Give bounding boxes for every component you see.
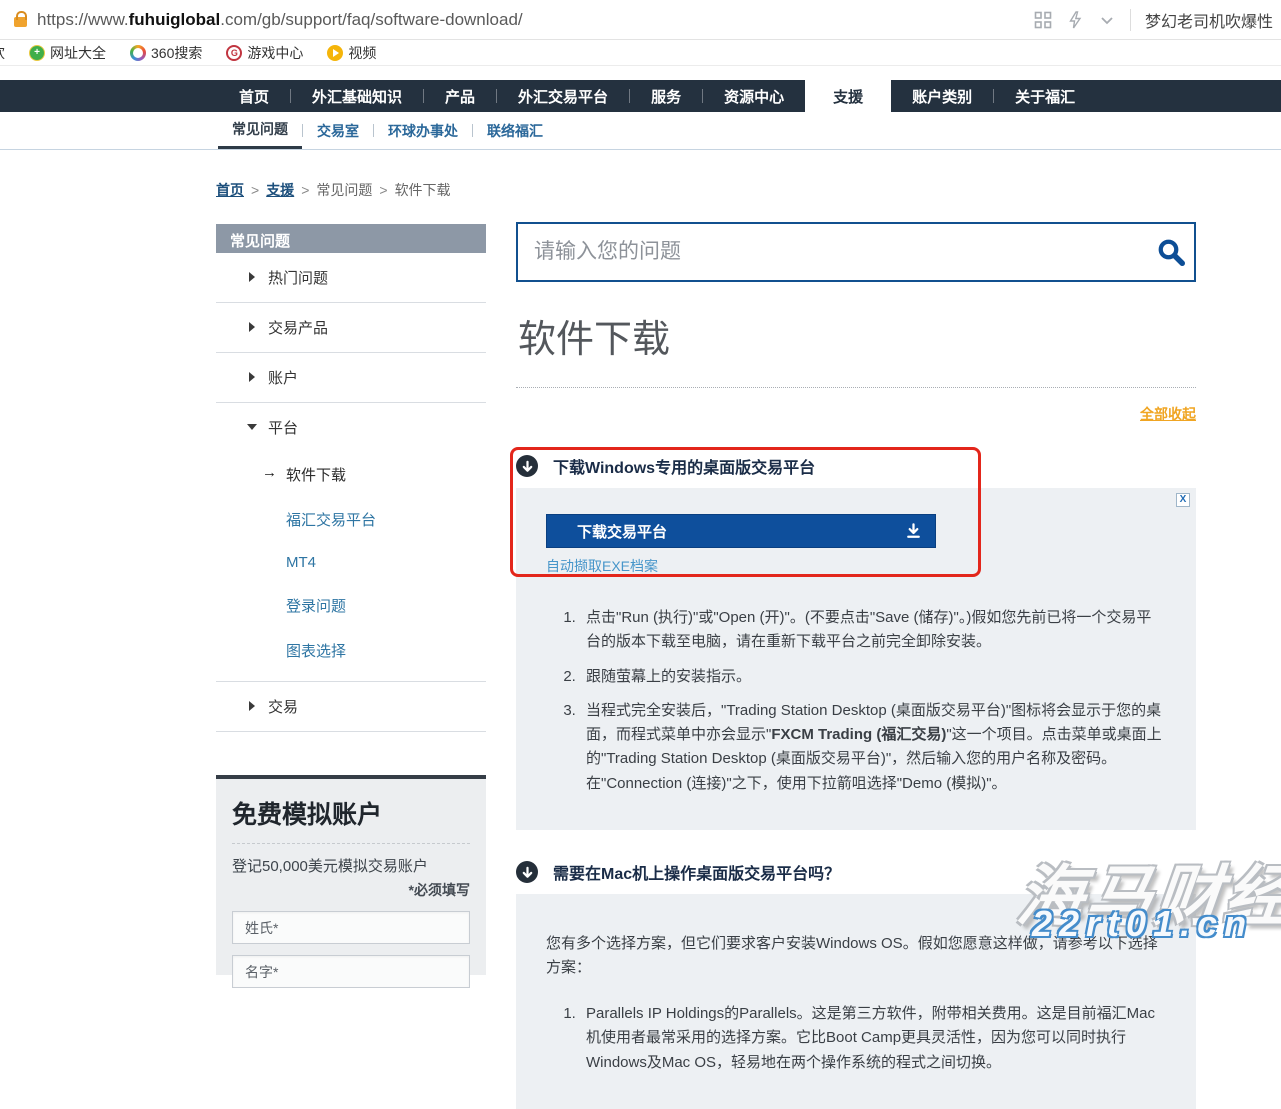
windows-download-panel: X 下载交易平台 自动撷取EXE档案 点击"Run (执行)"或"Open (开… xyxy=(516,488,1196,830)
accordion-header-windows-download[interactable]: 下载Windows专用的桌面版交易平台 xyxy=(516,454,1196,478)
divider xyxy=(516,387,1196,388)
nav-item-products[interactable]: 产品 xyxy=(424,80,496,112)
nav-item-resources[interactable]: 资源中心 xyxy=(703,80,805,112)
collapse-all-link[interactable]: 全部收起 xyxy=(1140,406,1196,422)
step-item: 跟随萤幕上的安装指示。 xyxy=(580,665,1166,689)
subnav-item-global-offices[interactable]: 环球办事处 xyxy=(374,112,472,149)
step-item: 当程式完全安装后，"Trading Station Desktop (桌面版交易… xyxy=(580,699,1166,796)
search-input[interactable] xyxy=(518,224,1148,280)
page-title: 软件下载 xyxy=(518,308,1196,363)
bookmark-nav-daquan[interactable]: + 网址大全 xyxy=(29,43,106,63)
collapse-arrow-icon[interactable] xyxy=(516,861,538,883)
watermark-domain: 22rt01.cn xyxy=(1032,903,1253,945)
download-icon xyxy=(904,522,923,541)
sidebar-item-platform[interactable]: 平台 xyxy=(216,403,486,452)
sidebar-subitem-software-download[interactable]: 软件下载 xyxy=(216,452,486,497)
sidebar-item-trading-products[interactable]: 交易产品 xyxy=(216,303,486,353)
browser-url-bar: https://www.fuhuiglobal.com/gb/support/f… xyxy=(0,0,1281,40)
nav-item-account-types[interactable]: 账户类别 xyxy=(891,80,993,112)
chevron-down-icon[interactable] xyxy=(1098,11,1116,29)
faq-search-box xyxy=(516,222,1196,282)
nav-item-support[interactable]: 支援 xyxy=(805,80,891,112)
bookmark-360-search[interactable]: 360搜索 xyxy=(130,43,202,63)
sidebar-subitem-login-issues[interactable]: 登录问题 xyxy=(216,583,486,628)
nav-item-trading-platforms[interactable]: 外汇交易平台 xyxy=(497,80,629,112)
breadcrumb-current: 软件下载 xyxy=(395,182,451,198)
sidebar-subitem-fxcm-platform[interactable]: 福汇交易平台 xyxy=(216,497,486,542)
breadcrumb-support[interactable]: 支援 xyxy=(266,182,294,198)
section-title: 下载Windows专用的桌面版交易平台 xyxy=(553,454,815,478)
qr-grid-icon[interactable] xyxy=(1034,11,1052,29)
sidebar-subitem-mt4[interactable]: MT4 xyxy=(216,542,486,583)
mac-options-list: Parallels IP Holdings的Parallels。这是第三方软件，… xyxy=(580,1002,1166,1075)
nav-item-forex-basics[interactable]: 外汇基础知识 xyxy=(291,80,423,112)
search-button[interactable] xyxy=(1148,237,1194,267)
bookmark-video[interactable]: 视频 xyxy=(327,43,376,63)
main-content: 软件下载 全部收起 下载Windows专用的桌面版交易平台 X 下载交易平台 自… xyxy=(516,222,1196,1109)
ssl-warning-lock-icon[interactable] xyxy=(14,17,27,27)
first-name-field[interactable] xyxy=(232,955,470,988)
subnav-item-trading-room[interactable]: 交易室 xyxy=(303,112,373,149)
plus-circle-icon: + xyxy=(29,45,45,61)
lightning-icon[interactable] xyxy=(1066,11,1084,29)
sidebar-item-account[interactable]: 账户 xyxy=(216,353,486,403)
step-item: 点击"Run (执行)"或"Open (开)"。(不要点击"Save (储存)"… xyxy=(580,606,1166,655)
main-navigation: 首页 外汇基础知识 产品 外汇交易平台 服务 资源中心 支援 账户类别 关于福汇 xyxy=(0,80,1281,112)
g-circle-icon: G xyxy=(226,45,242,61)
collapse-arrow-icon[interactable] xyxy=(516,455,538,477)
breadcrumb-home[interactable]: 首页 xyxy=(216,182,244,198)
address-bar[interactable]: https://www.fuhuiglobal.com/gb/support/f… xyxy=(37,10,1034,30)
bookmarks-bar: 欢 + 网址大全 360搜索 G 游戏中心 视频 xyxy=(0,40,1281,66)
sidebar-item-hot-questions[interactable]: 热门问题 xyxy=(216,253,486,303)
last-name-field[interactable] xyxy=(232,911,470,944)
step-item: Parallels IP Holdings的Parallels。这是第三方软件，… xyxy=(580,1002,1166,1075)
next-tab-title[interactable]: 梦幻老司机吹爆性价 xyxy=(1145,8,1273,32)
nav-item-services[interactable]: 服务 xyxy=(630,80,702,112)
breadcrumb: 首页>支援>常见问题>软件下载 xyxy=(216,180,451,200)
section-title: 需要在Mac机上操作桌面版交易平台吗？ xyxy=(553,860,840,884)
platform-submenu: 软件下载 福汇交易平台 MT4 登录问题 图表选择 xyxy=(216,452,486,682)
demo-box-subtitle: 登记50,000美元模拟交易账户 xyxy=(232,855,470,876)
faq-sidebar: 常见问题 热门问题 交易产品 账户 平台 软件下载 福汇交易平台 MT4 登录问… xyxy=(216,224,486,732)
exe-download-link[interactable]: 自动撷取EXE档案 xyxy=(546,556,658,576)
nav-item-about-fxcm[interactable]: 关于福汇 xyxy=(994,80,1096,112)
download-platform-button[interactable]: 下载交易平台 xyxy=(546,514,936,548)
demo-box-title: 免费模拟账户 xyxy=(232,795,470,844)
color-ring-icon xyxy=(130,45,146,61)
install-steps-list: 点击"Run (执行)"或"Open (开)"。(不要点击"Save (储存)"… xyxy=(580,606,1166,796)
nav-item-home[interactable]: 首页 xyxy=(218,80,290,112)
sub-navigation: 常见问题 交易室 环球办事处 联络福汇 xyxy=(0,112,1281,150)
subnav-item-contact[interactable]: 联络福汇 xyxy=(473,112,557,149)
divider xyxy=(1130,9,1131,31)
subnav-item-faq[interactable]: 常见问题 xyxy=(218,112,302,149)
broken-image-icon: X xyxy=(1176,493,1190,507)
required-note: *必须填写 xyxy=(232,880,470,900)
bookmark-game-center[interactable]: G 游戏中心 xyxy=(226,43,303,63)
demo-account-box: 免费模拟账户 登记50,000美元模拟交易账户 *必须填写 xyxy=(216,775,486,975)
sidebar-item-trading[interactable]: 交易 xyxy=(216,682,486,732)
play-circle-icon xyxy=(327,45,343,61)
bookmark-partial[interactable]: 欢 xyxy=(0,43,5,63)
search-icon xyxy=(1156,237,1186,267)
sidebar-subitem-chart-options[interactable]: 图表选择 xyxy=(216,628,486,673)
sidebar-header: 常见问题 xyxy=(216,224,486,253)
breadcrumb-faq: 常见问题 xyxy=(316,182,372,198)
spacer xyxy=(0,66,1281,80)
